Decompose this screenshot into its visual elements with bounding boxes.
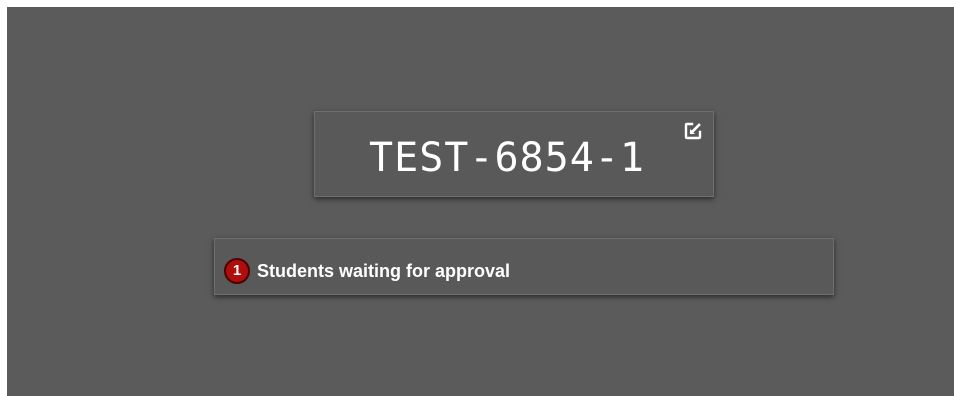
open-external-icon[interactable] bbox=[683, 121, 703, 141]
approval-count-badge: 1 bbox=[224, 258, 250, 284]
approval-waiting-label: Students waiting for approval bbox=[257, 261, 511, 281]
session-code-card: TEST-6854-1 bbox=[314, 111, 714, 197]
approval-waiting-panel[interactable]: 1 Students waiting for approval bbox=[214, 238, 834, 295]
main-stage: TEST-6854-1 1 Students waiting for appro… bbox=[7, 7, 954, 396]
session-code: TEST-6854-1 bbox=[369, 135, 645, 181]
